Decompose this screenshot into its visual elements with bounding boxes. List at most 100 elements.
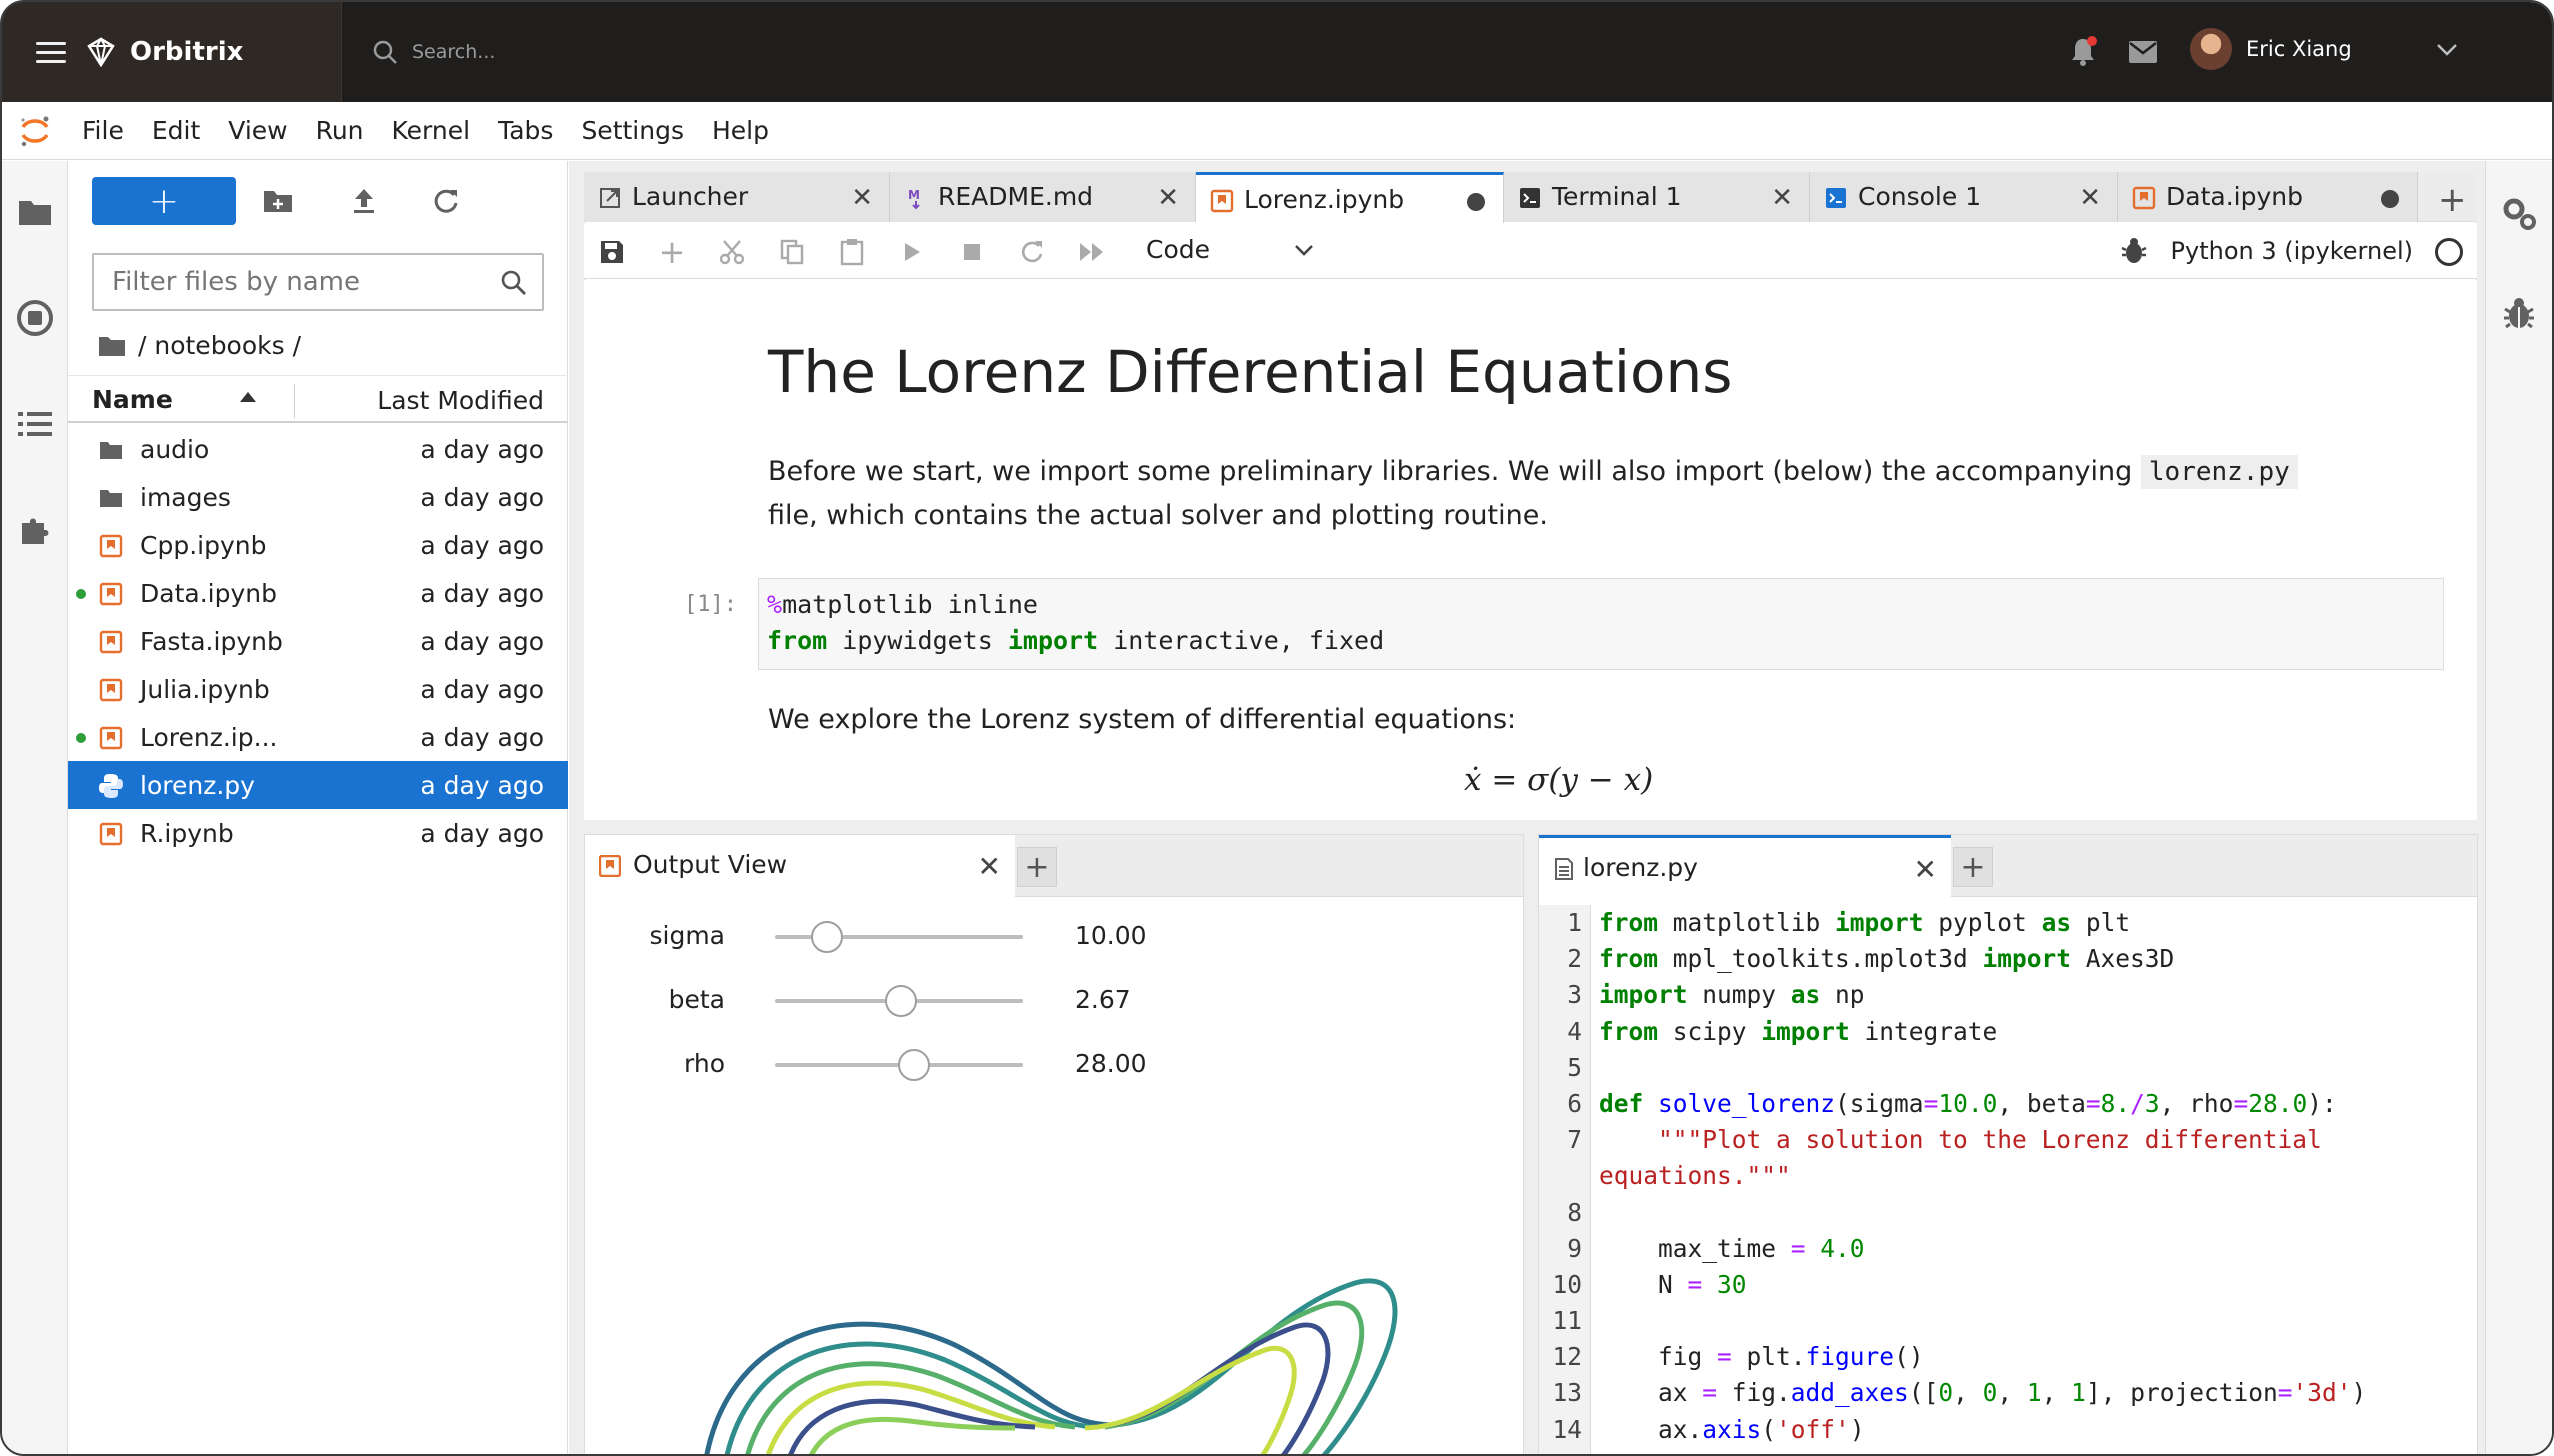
breadcrumb: / notebooks / (98, 331, 301, 360)
file-name: lorenz.py (140, 771, 255, 800)
close-icon[interactable]: ✕ (851, 183, 873, 213)
kernel-status-idle-icon (2435, 238, 2463, 266)
slider-beta: beta 2.67 (585, 979, 1185, 1019)
running-kernels-icon[interactable] (16, 299, 54, 337)
slider-thumb[interactable] (897, 1049, 930, 1081)
slider-thumb[interactable] (885, 985, 918, 1017)
tab-terminal-1[interactable]: Terminal 1 ✕ (1504, 172, 1810, 222)
file-row[interactable]: Lorenz.ip... a day ago (68, 713, 568, 761)
cell-type-select[interactable]: Code (1146, 235, 1314, 264)
breadcrumb-path[interactable]: / notebooks / (138, 331, 301, 360)
code-line: fig = plt.figure() (1599, 1342, 1924, 1372)
file-row[interactable]: Cpp.ipynb a day ago (68, 521, 568, 569)
close-icon[interactable]: ✕ (1157, 183, 1179, 213)
mail-icon[interactable] (2128, 40, 2158, 68)
menu-kernel[interactable]: Kernel (392, 116, 471, 145)
output-tab-bar: Output View ✕ + (585, 835, 1523, 897)
chevron-down-icon[interactable] (2436, 42, 2458, 61)
paste-icon[interactable] (838, 238, 866, 266)
column-modified-header[interactable]: Last Modified (377, 386, 544, 415)
restart-kernel-icon[interactable] (1018, 238, 1046, 266)
tab-lorenz-ipynb[interactable]: Lorenz.ipynb (1196, 172, 1504, 223)
debugger-bug-icon[interactable] (2502, 295, 2536, 335)
filter-files-field[interactable] (92, 253, 544, 311)
debugger-bug-icon[interactable] (2121, 237, 2147, 269)
file-row[interactable]: images a day ago (68, 473, 568, 521)
global-search[interactable]: Search... (372, 32, 495, 72)
file-row[interactable]: R.ipynb a day ago (68, 809, 568, 857)
tab-output-view[interactable]: Output View ✕ (585, 835, 1015, 897)
new-launcher-button[interactable]: + (92, 177, 236, 225)
file-name: Julia.ipynb (140, 675, 270, 704)
copy-icon[interactable] (778, 238, 806, 266)
insert-cell-plus-icon[interactable]: + (658, 233, 686, 271)
tab-console-1[interactable]: Console 1 ✕ (1810, 172, 2118, 222)
filter-files-input[interactable] (112, 267, 492, 297)
add-tab-button[interactable]: + (1017, 847, 1057, 887)
right-sidebar (2485, 161, 2552, 1454)
tab-launcher[interactable]: Launcher ✕ (584, 172, 890, 222)
menu-view[interactable]: View (228, 116, 287, 145)
keyword: import (1007, 626, 1099, 655)
menu-help[interactable]: Help (712, 116, 769, 145)
line-number: 1 (1567, 908, 1582, 937)
file-browser-folder-icon[interactable] (16, 193, 54, 231)
file-row[interactable]: Data.ipynb a day ago (68, 569, 568, 617)
tab-readme-md[interactable]: M README.md ✕ (890, 172, 1196, 222)
fast-forward-icon[interactable] (1078, 238, 1106, 266)
tab-lorenz-py[interactable]: lorenz.py ✕ (1539, 835, 1951, 897)
menu-file[interactable]: File (82, 116, 124, 145)
line-number: 12 (1552, 1342, 1582, 1372)
tab-data-ipynb[interactable]: Data.ipynb (2118, 172, 2418, 222)
close-icon[interactable]: ✕ (1914, 853, 1937, 886)
unsaved-dot-icon[interactable] (1467, 193, 1485, 211)
file-name: Cpp.ipynb (140, 531, 267, 560)
user-menu[interactable]: Eric Xiang (2190, 28, 2352, 70)
unsaved-dot-icon[interactable] (2381, 190, 2399, 208)
code-cell[interactable]: %matplotlib inline from ipywidgets impor… (758, 578, 2444, 670)
line-number: 6 (1567, 1088, 1582, 1118)
property-inspector-gears-icon[interactable] (2500, 195, 2540, 237)
menu-bar: File Edit View Run Kernel Tabs Settings … (2, 102, 2552, 160)
add-tab-button[interactable]: + (1953, 847, 1993, 887)
close-icon[interactable]: ✕ (2079, 183, 2101, 213)
file-row[interactable]: Fasta.ipynb a day ago (68, 617, 568, 665)
tab-label: Data.ipynb (2166, 182, 2303, 211)
explore-paragraph: We explore the Lorenz system of differen… (768, 704, 1517, 735)
extensions-puzzle-icon[interactable] (16, 511, 54, 549)
slider-thumb[interactable] (811, 921, 844, 953)
file-row[interactable]: audio a day ago (68, 425, 568, 473)
kernel-name[interactable]: Python 3 (ipykernel) (2171, 237, 2413, 265)
menu-edit[interactable]: Edit (152, 116, 200, 145)
column-name-header[interactable]: Name (92, 385, 173, 414)
refresh-icon[interactable] (428, 183, 464, 219)
notebook-icon (98, 677, 124, 703)
stop-kernel-icon[interactable] (958, 238, 986, 266)
add-tab-button[interactable]: + (2438, 180, 2467, 220)
file-row[interactable]: Julia.ipynb a day ago (68, 665, 568, 713)
menu-tabs[interactable]: Tabs (498, 116, 553, 145)
menu-settings[interactable]: Settings (581, 116, 684, 145)
close-icon[interactable]: ✕ (1771, 183, 1793, 213)
close-icon[interactable]: ✕ (978, 850, 1001, 883)
hamburger-menu-icon[interactable] (36, 41, 66, 63)
column-divider[interactable] (294, 384, 295, 418)
new-folder-icon[interactable] (260, 183, 296, 219)
notification-bell-icon[interactable] (2068, 36, 2098, 72)
run-cell-icon[interactable] (898, 238, 926, 266)
cell-type-value: Code (1146, 235, 1211, 264)
search-icon (373, 40, 397, 64)
code-text: ipywidgets (827, 626, 1008, 655)
menu-run[interactable]: Run (316, 116, 364, 145)
code-text: matplotlib inline (782, 590, 1038, 619)
folder-icon[interactable] (98, 335, 126, 357)
table-of-contents-icon[interactable] (16, 405, 54, 443)
notebook-icon (98, 725, 124, 751)
file-row[interactable]: lorenz.py a day ago (68, 761, 568, 809)
upload-icon[interactable] (346, 183, 382, 219)
code-line: from mpl_toolkits.mplot3d import Axes3D (1599, 944, 2175, 974)
code-text: interactive, fixed (1098, 626, 1385, 655)
cut-icon[interactable] (718, 238, 746, 266)
save-icon[interactable] (598, 238, 626, 266)
code-line: N = 30 (1599, 1269, 1747, 1299)
